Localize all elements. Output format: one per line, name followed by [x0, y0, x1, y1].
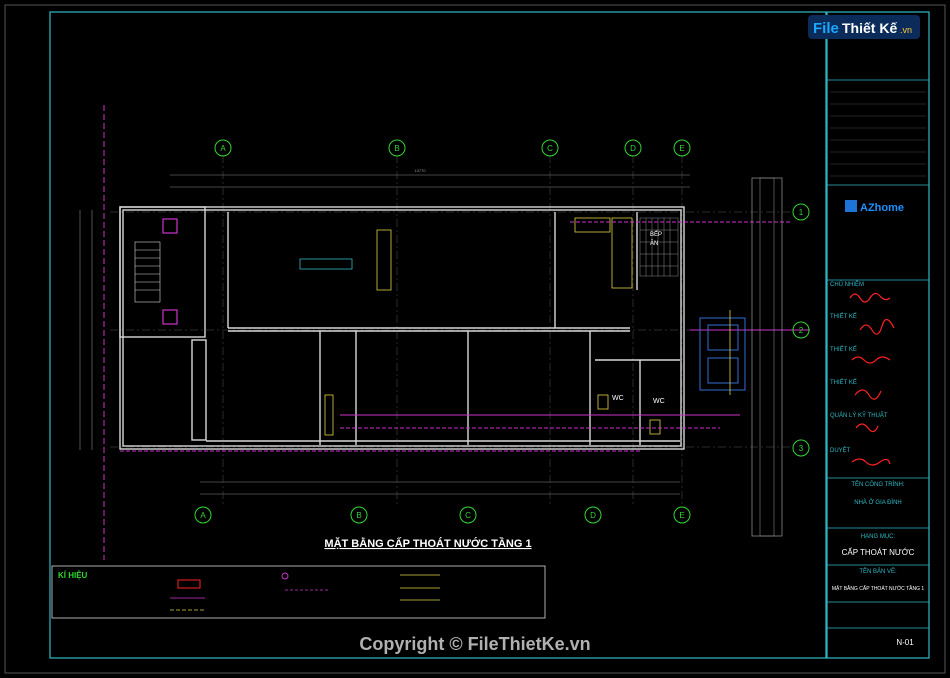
owner-label: CHỦ NHIỆM: [830, 280, 864, 288]
grid-label-3: 3: [799, 444, 804, 453]
copyright-watermark: Copyright © FileThietKe.vn: [359, 634, 590, 654]
designer-label: THIẾT KẾ: [830, 313, 857, 320]
room-label-wc2: WC: [653, 398, 665, 405]
grid-label-e-bottom: E: [679, 511, 684, 520]
project-name: NHÀ Ở GIA ĐÌNH: [854, 499, 901, 506]
drawing-value: MẶT BẰNG CẤP THOÁT NƯỚC TẦNG 1: [832, 584, 924, 592]
grid-label-a-top: A: [220, 144, 226, 153]
grid-label-b-bottom: B: [356, 511, 361, 520]
grid-label-b-top: B: [394, 144, 399, 153]
azhome-logo: AZhome: [860, 202, 904, 214]
plan-title: MẶT BẰNG CẤP THOÁT NƯỚC TẦNG 1: [324, 537, 531, 550]
grid-label-d-bottom: D: [590, 511, 596, 520]
title-block: AZhome CHỦ NHIỆM THIẾT KẾ THIẾT KẾ THIẾT…: [826, 11, 930, 659]
checker-label: THIẾT KẾ: [830, 379, 857, 386]
grid-label-e-top: E: [679, 144, 684, 153]
legend-box: KÍ HIỆU: [51, 565, 546, 619]
grid-label-c-bottom: C: [465, 511, 471, 520]
grid-label-c-top: C: [547, 144, 553, 153]
category-value: CẤP THOÁT NƯỚC: [842, 547, 915, 557]
brand-file-text: File: [813, 20, 839, 37]
drafter-label: THIẾT KẾ: [830, 346, 857, 353]
azhome-logo-mark: [845, 200, 857, 212]
brand-thietke-text: Thiết Kế: [842, 20, 897, 36]
project-label: TÊN CÔNG TRÌNH:: [851, 480, 905, 488]
grid-label-a-bottom: A: [200, 511, 206, 520]
legend-title: KÍ HIỆU: [58, 571, 88, 580]
category-label: HẠNG MỤC:: [861, 534, 896, 540]
cad-drawing-sheet: 13770 WC WC A B C D E A B C D E 1 2 3 MẶ…: [4, 4, 946, 674]
floor-plan: 13770 WC WC: [79, 105, 810, 560]
approval-label: DUYỆT: [830, 446, 851, 454]
outer-frame: [4, 4, 946, 674]
sheet-number: N-01: [896, 638, 914, 647]
drawing-label: TÊN BẢN VẼ:: [859, 567, 897, 575]
room-label-wc1: WC: [612, 395, 624, 402]
qa-label: QUẢN LÝ KỸ THUẬT: [830, 412, 888, 419]
grid-label-1: 1: [799, 208, 804, 217]
drawing-frame: [49, 11, 827, 659]
brand-tld-text: .vn: [900, 25, 912, 35]
watermark-brand: File Thiết Kế .vn: [808, 15, 920, 39]
grid-label-2: 2: [799, 326, 804, 335]
grid-label-d-top: D: [630, 144, 636, 153]
svg-text:13770: 13770: [414, 168, 426, 173]
